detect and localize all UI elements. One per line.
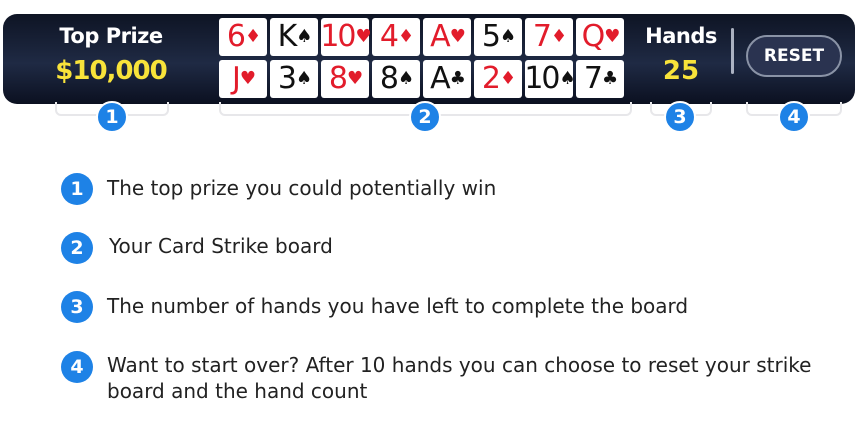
board-card: 5 ♠ [474,18,522,56]
board-card: 10 ♥ [320,18,372,56]
card-rank: 6 [226,19,246,54]
card-suit-icon: ♠ [295,68,312,89]
reset-button[interactable]: RESET [746,35,842,77]
callout-badge-2: 2 [409,101,441,133]
card-suit-icon: ♥ [346,68,363,89]
card-rank: 5 [481,19,501,54]
callout-badge-4: 4 [778,101,810,133]
card-suit-icon: ♦ [550,26,567,47]
card-rank: K [277,19,298,54]
card-rank: 7 [583,61,603,96]
board-card: 3 ♠ [270,60,318,98]
board-card: 7 ♦ [525,18,573,56]
card-rank: 10 [320,19,356,54]
card-suit-icon: ♦ [244,26,261,47]
card-suit-icon: ♣ [449,68,466,89]
hands-label: Hands [645,24,717,48]
top-prize-label: Top Prize [59,24,163,48]
card-strike-board: 6 ♦ K ♠ 10 ♥ 4 ♦ A ♥ 5 ♠ 7 ♦ Q ♥ J ♥ 3 ♠ 8 ♥ 8 ♠ A ♣ 2 ♦ 10 ♠ 7 ♣ [219,18,624,98]
card-rank: 3 [277,61,297,96]
card-suit-icon: ♦ [499,68,516,89]
card-rank: 7 [532,19,552,54]
board-card: 2 ♦ [474,60,522,98]
board-card: 4 ♦ [372,18,420,56]
board-card: 7 ♣ [576,60,624,98]
card-suit-icon: ♠ [559,68,576,89]
card-suit-icon: ♠ [499,26,516,47]
card-rank: A [430,19,450,54]
card-suit-icon: ♥ [355,26,372,47]
board-card: 8 ♠ [372,60,420,98]
legend-text-2: Your Card Strike board [109,234,333,258]
legend-text-3: The number of hands you have left to com… [107,294,689,318]
legend-badge-4: 4 [61,351,93,383]
board-card: J ♥ [219,60,267,98]
callout-badge-1: 1 [96,101,128,133]
legend-badge-1: 1 [61,173,93,205]
top-prize-value: $10,000 [55,56,167,86]
card-rank: J [232,61,241,96]
board-card: 8 ♥ [321,60,369,98]
legend-badge-3: 3 [61,291,93,323]
card-suit-icon: ♥ [449,26,466,47]
legend-badge-2: 2 [61,232,93,264]
card-suit-icon: ♥ [239,68,256,89]
callout-badge-3: 3 [664,101,696,133]
card-rank: 8 [328,61,348,96]
legend-text-1: The top prize you could potentially win [107,176,497,200]
card-suit-icon: ♣ [601,68,618,89]
hands-count: 25 [662,56,700,86]
header-divider [731,28,734,74]
board-card: K ♠ [270,18,318,56]
card-rank: 4 [379,19,399,54]
legend-text-4: Want to start over? After 10 hands you c… [107,353,812,403]
card-rank: Q [581,19,606,54]
board-card: A ♣ [423,60,471,98]
card-rank: A [430,61,450,96]
board-card: 6 ♦ [219,18,267,56]
card-suit-icon: ♠ [296,26,312,47]
card-suit-icon: ♦ [397,26,414,47]
card-rank: 8 [379,61,399,96]
board-card: 10 ♠ [524,60,576,98]
card-rank: 2 [481,61,501,96]
board-card: Q ♥ [576,18,624,56]
board-card: A ♥ [423,18,471,56]
card-rank: 10 [524,61,560,96]
card-suit-icon: ♠ [397,68,414,89]
card-suit-icon: ♥ [604,26,620,47]
